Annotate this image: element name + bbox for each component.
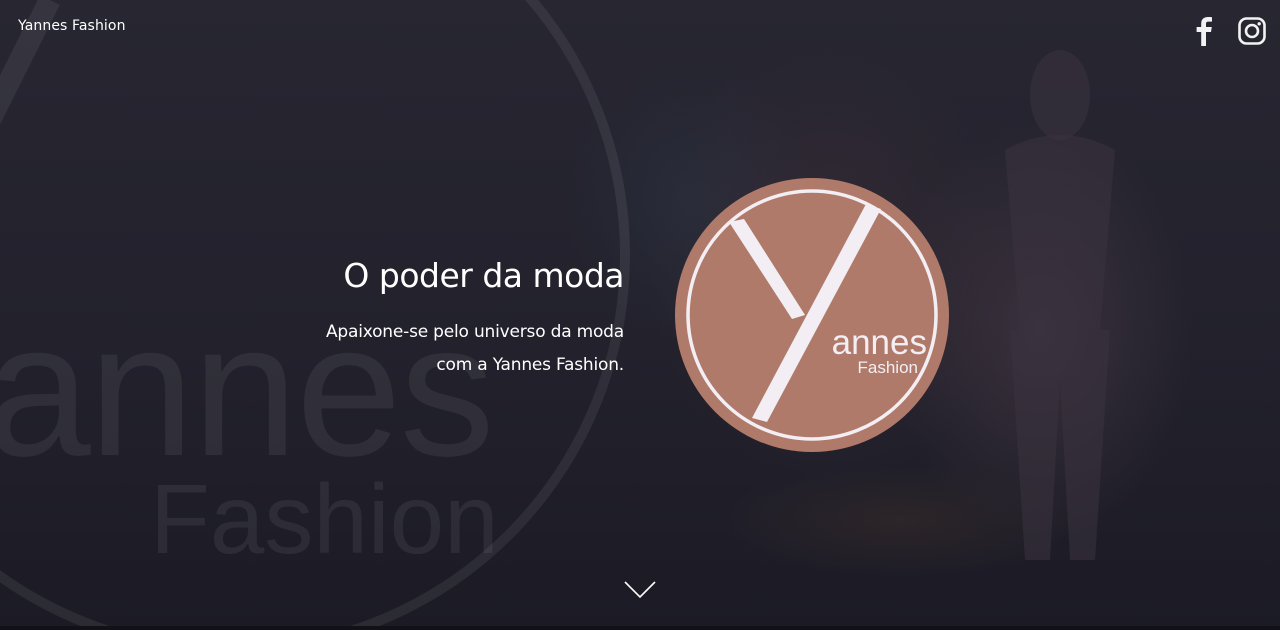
hero-section: annes Fashion Yannes Fashion O poder da …: [0, 0, 1280, 630]
yannes-fashion-logo: annes Fashion: [675, 178, 949, 452]
instagram-link[interactable]: [1237, 16, 1267, 46]
facebook-link[interactable]: [1192, 16, 1216, 46]
logo-wordmark: annes: [832, 323, 927, 362]
facebook-icon: [1196, 17, 1212, 46]
logo-tagline: Fashion: [858, 358, 918, 377]
instagram-icon: [1238, 17, 1266, 45]
watermark-tagline: Fashion: [150, 464, 499, 574]
hero-title: O poder da moda: [343, 256, 624, 295]
brand-name[interactable]: Yannes Fashion: [18, 18, 126, 34]
model-silhouette: [1005, 50, 1115, 560]
chevron-down-icon: [624, 581, 656, 599]
hero-subtitle-line2: com a Yannes Fashion.: [436, 355, 624, 375]
scroll-down-button[interactable]: [624, 580, 656, 604]
hero-background: annes Fashion: [0, 0, 1115, 630]
next-section-edge: [0, 626, 1280, 630]
watermark-logo: annes Fashion: [0, 0, 630, 630]
hero-subtitle-line1: Apaixone-se pelo universo da moda: [326, 322, 624, 342]
